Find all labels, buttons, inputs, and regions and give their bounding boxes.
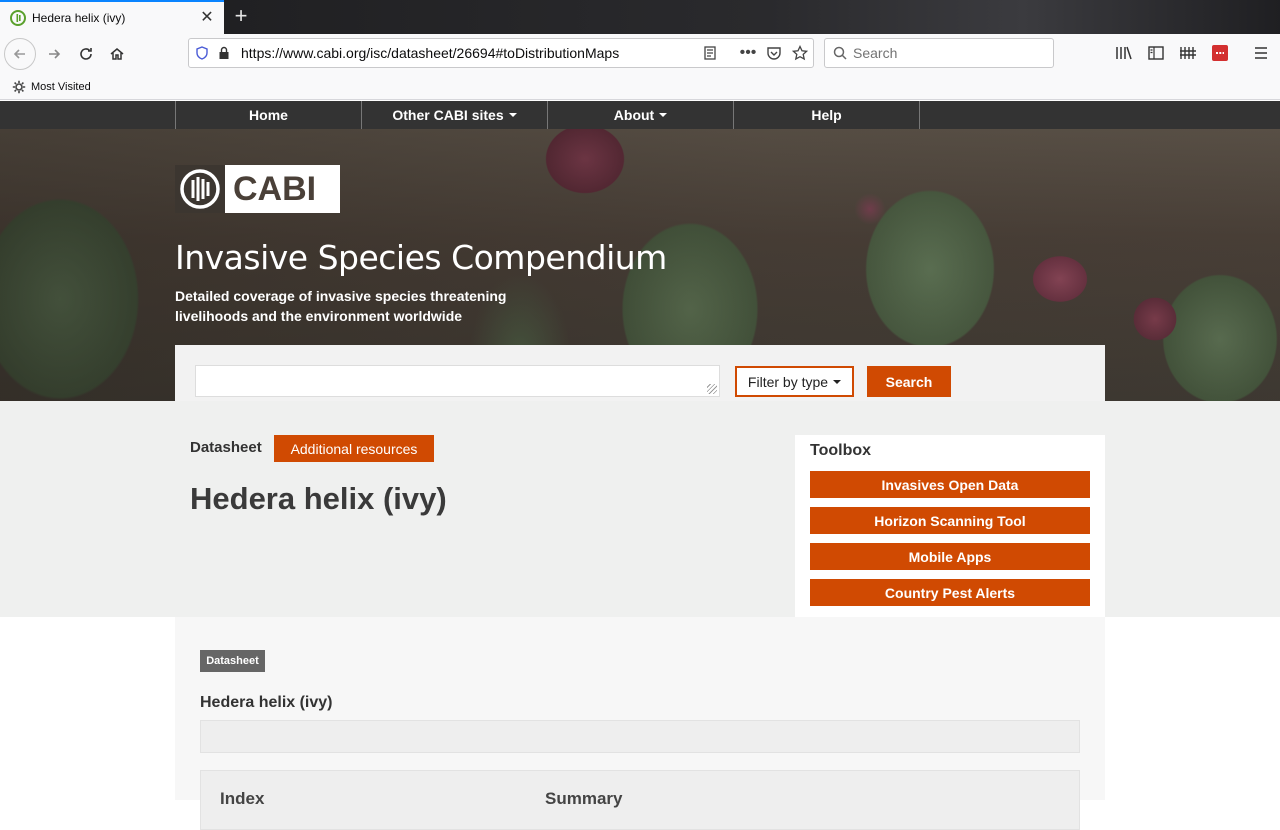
- country-pest-alerts-button[interactable]: Country Pest Alerts: [810, 579, 1090, 606]
- reload-button[interactable]: [70, 38, 102, 70]
- forward-button[interactable]: [38, 38, 70, 70]
- sidebar-icon[interactable]: [1145, 42, 1167, 64]
- datasheet-heading: Hedera helix (ivy): [200, 694, 333, 711]
- browser-tab-active[interactable]: Hedera helix (ivy) ✕: [0, 0, 224, 34]
- bookmark-star-icon[interactable]: [787, 40, 813, 66]
- tab-datasheet[interactable]: Datasheet: [190, 439, 262, 456]
- site-navigation: Home Other CABI sites About Help: [0, 101, 1280, 129]
- lock-icon[interactable]: [215, 40, 233, 66]
- reader-view-icon[interactable]: [697, 40, 723, 66]
- filter-by-type-dropdown[interactable]: Filter by type: [735, 366, 854, 397]
- horizon-scanning-tool-button[interactable]: Horizon Scanning Tool: [810, 507, 1090, 534]
- mobile-apps-button[interactable]: Mobile Apps: [810, 543, 1090, 570]
- new-tab-button[interactable]: +: [230, 5, 252, 28]
- nav-about[interactable]: About: [548, 101, 734, 129]
- library-icon[interactable]: [1113, 42, 1135, 64]
- home-icon: [110, 48, 124, 60]
- home-button[interactable]: [101, 38, 133, 70]
- url-text[interactable]: https://www.cabi.org/isc/datasheet/26694…: [241, 45, 697, 61]
- site-subtitle: Detailed coverage of invasive species th…: [175, 288, 507, 324]
- nav-about-label: About: [613, 107, 655, 123]
- search-placeholder: Search: [853, 45, 898, 61]
- reload-icon: [80, 48, 92, 60]
- datasheet-index-panel: Index Summary: [200, 770, 1080, 830]
- bookmark-most-visited[interactable]: Most Visited: [12, 80, 91, 94]
- tab-additional-resources[interactable]: Additional resources: [274, 435, 434, 462]
- toolbox-panel: Toolbox Invasives Open Data Horizon Scan…: [795, 435, 1105, 617]
- tab-title: Hedera helix (ivy): [32, 11, 126, 25]
- species-title: Hedera helix (ivy): [190, 481, 447, 516]
- summary-column-heading: Summary: [545, 789, 623, 808]
- toolbox-title: Toolbox: [810, 442, 872, 459]
- nav-help[interactable]: Help: [734, 101, 920, 129]
- hamburger-menu-icon[interactable]: [1250, 42, 1272, 64]
- extension-grid-icon[interactable]: [1177, 42, 1199, 64]
- nav-home-label: Home: [249, 107, 288, 123]
- nav-other-cabi-sites-label: Other CABI sites: [392, 107, 504, 123]
- cabi-logo-mark-icon: [175, 165, 225, 213]
- address-bar[interactable]: https://www.cabi.org/isc/datasheet/26694…: [188, 38, 814, 68]
- nav-home[interactable]: Home: [176, 101, 362, 129]
- search-button[interactable]: Search: [867, 366, 951, 397]
- arrow-left-icon: [13, 49, 25, 59]
- bookmark-label: Most Visited: [31, 80, 91, 93]
- more-actions-icon[interactable]: •••: [735, 40, 761, 66]
- caret-down-icon: [833, 379, 842, 384]
- search-textarea[interactable]: [195, 365, 720, 397]
- browser-search-field[interactable]: Search: [824, 38, 1054, 68]
- arrow-right-icon: [49, 49, 61, 59]
- caret-down-icon: [508, 113, 517, 117]
- gear-icon: [12, 80, 26, 93]
- close-tab-icon[interactable]: ✕: [199, 10, 215, 26]
- pocket-icon[interactable]: [761, 40, 787, 66]
- cabi-logo[interactable]: CABI: [175, 165, 340, 213]
- datasheet-info-box: [200, 720, 1080, 753]
- datasheet-badge: Datasheet: [200, 650, 265, 672]
- cabi-favicon-icon: [10, 10, 26, 26]
- browser-tab-bar: Hedera helix (ivy) ✕ +: [0, 0, 1280, 34]
- tracking-shield-icon[interactable]: [189, 40, 215, 66]
- bookmarks-toolbar: Most Visited: [0, 74, 1280, 100]
- back-button[interactable]: [4, 38, 36, 70]
- site-title: Invasive Species Compendium: [175, 238, 667, 277]
- password-manager-icon[interactable]: [1209, 42, 1231, 64]
- caret-down-icon: [659, 113, 668, 117]
- datasheet-content: Datasheet Hedera helix (ivy) Index Summa…: [175, 617, 1105, 830]
- nav-help-label: Help: [811, 107, 842, 123]
- nav-other-cabi-sites[interactable]: Other CABI sites: [362, 101, 548, 129]
- search-panel: Filter by type Search: [175, 345, 1105, 401]
- index-column-heading: Index: [220, 789, 265, 808]
- browser-toolbar: https://www.cabi.org/isc/datasheet/26694…: [0, 34, 1280, 74]
- search-icon: [833, 46, 847, 60]
- site-menu: Home Other CABI sites About Help: [175, 101, 920, 129]
- resize-handle-icon[interactable]: [707, 384, 717, 394]
- cabi-logo-text: CABI: [233, 169, 317, 208]
- invasives-open-data-button[interactable]: Invasives Open Data: [810, 471, 1090, 498]
- filter-by-type-label: Filter by type: [747, 373, 829, 390]
